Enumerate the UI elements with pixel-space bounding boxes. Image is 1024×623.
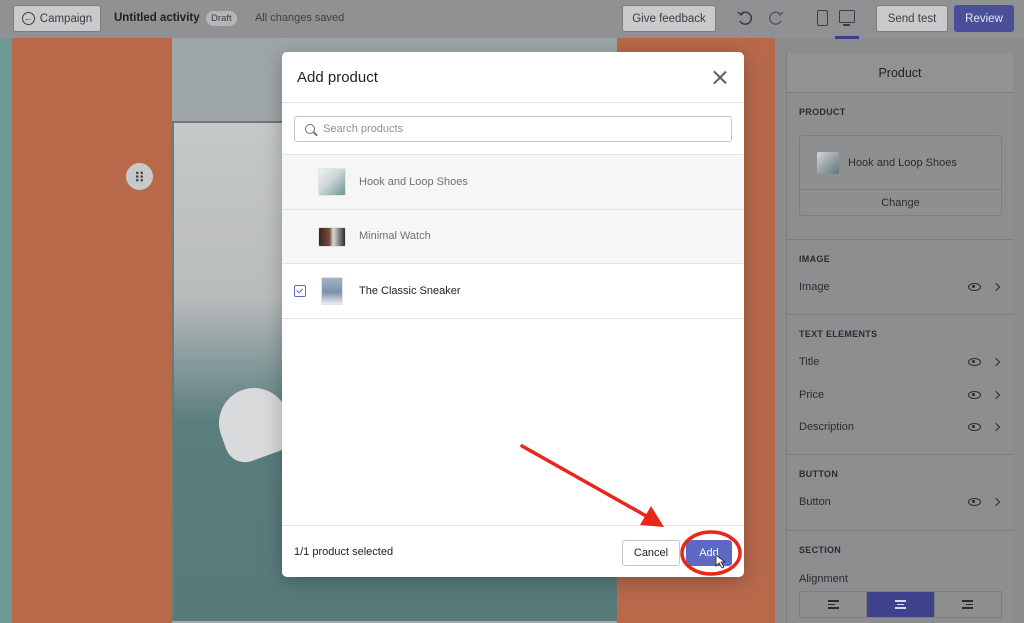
mobile-preview-icon[interactable]	[817, 10, 828, 26]
product-thumbnail	[817, 151, 839, 174]
redo-icon[interactable]	[767, 9, 785, 27]
selected-product: Hook and Loop Shoes	[800, 136, 1001, 190]
change-product-button[interactable]: Change	[800, 190, 1001, 216]
eye-icon[interactable]	[968, 283, 981, 291]
list-item[interactable]: Hook and Loop Shoes	[282, 155, 744, 210]
product-name: The Classic Sneaker	[359, 284, 461, 297]
review-button[interactable]: Review	[954, 5, 1014, 32]
align-right-icon	[962, 600, 974, 609]
image-row[interactable]: Image	[799, 277, 1002, 297]
divider	[787, 454, 1014, 455]
give-feedback-button[interactable]: Give feedback	[622, 5, 716, 32]
image-row-label: Image	[799, 281, 830, 293]
eye-icon[interactable]	[968, 391, 981, 399]
modal-footer: 1/1 product selected Cancel Add	[282, 525, 744, 577]
product-name: Minimal Watch	[359, 230, 431, 243]
product-section-title: PRODUCT	[799, 107, 846, 117]
price-row[interactable]: Price	[799, 385, 1002, 405]
product-list: Hook and Loop Shoes Minimal Watch The Cl…	[282, 154, 744, 319]
divider	[787, 314, 1014, 315]
text-elements-section-title: TEXT ELEMENTS	[799, 329, 878, 339]
list-item[interactable]: Minimal Watch	[282, 209, 744, 264]
selected-product-card: Hook and Loop Shoes Change	[799, 135, 1002, 216]
button-row[interactable]: Button	[799, 492, 1002, 512]
drag-dots-icon	[135, 171, 144, 182]
align-center-button[interactable]	[867, 592, 935, 617]
title-row[interactable]: Title	[799, 352, 1002, 372]
chevron-right-icon[interactable]	[991, 282, 1001, 292]
search-icon	[305, 124, 315, 134]
eye-icon[interactable]	[968, 423, 981, 431]
desktop-preview-icon[interactable]	[839, 10, 855, 26]
undo-icon[interactable]	[736, 9, 754, 27]
price-row-label: Price	[799, 389, 825, 401]
close-icon[interactable]	[713, 70, 727, 84]
eye-icon[interactable]	[968, 358, 981, 366]
top-bar: ← Campaign Untitled activity Draft All c…	[0, 0, 1024, 39]
alignment-control	[799, 591, 1002, 618]
chevron-right-icon[interactable]	[991, 357, 1001, 367]
search-field[interactable]	[294, 116, 732, 142]
section-section-title: SECTION	[799, 545, 842, 555]
product-name: Hook and Loop Shoes	[359, 175, 468, 188]
product-thumbnail	[318, 226, 346, 247]
selected-product-name: Hook and Loop Shoes	[848, 156, 957, 169]
add-product-modal: Add product Hook and Loop Shoes Minimal …	[282, 52, 744, 577]
button-section-title: BUTTON	[799, 469, 839, 479]
product-thumbnail	[318, 167, 346, 196]
align-center-icon	[894, 600, 906, 609]
status-badge: Draft	[206, 11, 237, 26]
send-test-button[interactable]: Send test	[876, 5, 948, 32]
drag-handle[interactable]	[126, 163, 153, 190]
product-thumbnail	[321, 276, 343, 305]
panel-title: Product	[787, 53, 1013, 93]
eye-icon[interactable]	[968, 498, 981, 506]
list-item[interactable]: The Classic Sneaker	[282, 264, 744, 319]
active-device-indicator	[835, 36, 859, 39]
align-left-icon	[827, 600, 839, 609]
activity-title: Untitled activity	[114, 12, 200, 24]
settings-panel: Product PRODUCT Hook and Loop Shoes Chan…	[786, 53, 1014, 623]
title-row-label: Title	[799, 356, 820, 368]
button-row-label: Button	[799, 496, 831, 508]
align-right-button[interactable]	[935, 592, 1001, 617]
save-status: All changes saved	[255, 12, 345, 24]
back-arrow-icon: ←	[21, 12, 35, 25]
description-row-label: Description	[799, 421, 855, 433]
search-input[interactable]	[323, 123, 703, 135]
chevron-right-icon[interactable]	[991, 422, 1001, 432]
modal-title: Add product	[282, 52, 744, 103]
cancel-button[interactable]: Cancel	[622, 540, 680, 566]
product-checkbox[interactable]	[294, 284, 306, 297]
align-left-button[interactable]	[800, 592, 868, 617]
add-button[interactable]: Add	[686, 540, 732, 566]
divider	[787, 239, 1014, 240]
chevron-right-icon[interactable]	[991, 390, 1001, 400]
chevron-right-icon[interactable]	[991, 497, 1001, 507]
description-row[interactable]: Description	[799, 417, 1002, 437]
alignment-label: Alignment	[799, 572, 848, 585]
divider	[787, 530, 1014, 531]
canvas-edge	[0, 38, 12, 623]
back-to-campaign-button[interactable]: ← Campaign	[13, 5, 101, 32]
campaign-label: Campaign	[39, 12, 93, 25]
canvas-background-left	[12, 38, 172, 623]
selected-count: 1/1 product selected	[294, 545, 394, 558]
image-section-title: IMAGE	[799, 254, 831, 264]
